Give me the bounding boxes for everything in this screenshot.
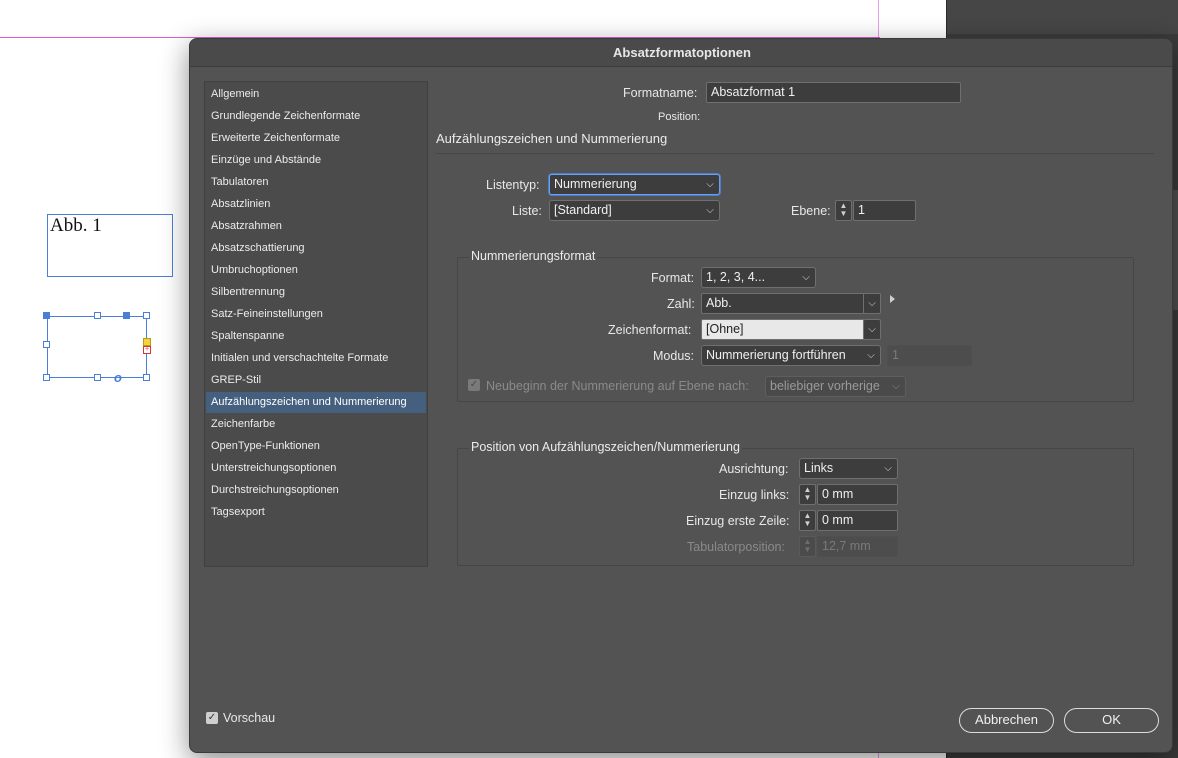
category-item[interactable]: Tagsexport: [206, 502, 426, 523]
tabulatorposition-label: Tabulatorposition:: [687, 540, 785, 554]
modus-select[interactable]: Nummerierung fortführen ⌵: [701, 345, 881, 366]
panel-edge: [1173, 190, 1178, 310]
ausrichtung-label: Ausrichtung:: [719, 462, 789, 476]
chevron-down-icon: ⌵: [884, 463, 892, 474]
category-item[interactable]: Erweiterte Zeichenformate: [206, 128, 426, 149]
category-item[interactable]: Absatzrahmen: [206, 216, 426, 237]
dialog-title[interactable]: Absatzformatoptionen: [190, 39, 1172, 67]
section-divider: [436, 153, 1154, 154]
einzug-erste-zeile-label: Einzug erste Zeile:: [686, 514, 790, 528]
modus-label: Modus:: [653, 349, 694, 363]
category-item-selected[interactable]: Aufzählungszeichen und Nummerierung: [206, 392, 426, 413]
frame-handle[interactable]: [94, 374, 101, 381]
category-item[interactable]: OpenType-Funktionen: [206, 436, 426, 457]
category-item[interactable]: Grundlegende Zeichenformate: [206, 106, 426, 127]
einzug-erste-stepper-icon[interactable]: ▲ ▼: [799, 510, 816, 531]
preview-label: Vorschau: [223, 711, 276, 725]
ausrichtung-select[interactable]: Links ⌵: [799, 458, 898, 479]
anchored-object-icon[interactable]: o: [114, 370, 122, 385]
panel-header: [947, 0, 1178, 34]
restart-value: beliebiger vorherige: [770, 379, 880, 393]
chevron-down-icon[interactable]: ⌵: [863, 293, 881, 314]
modus-start-input[interactable]: 1: [887, 345, 972, 366]
format-select[interactable]: 1, 2, 3, 4... ⌵: [701, 267, 816, 288]
category-item[interactable]: Unterstreichungsoptionen: [206, 458, 426, 479]
preview-checkbox[interactable]: ✓: [206, 712, 218, 724]
corner-options-icon[interactable]: [143, 338, 151, 346]
zahl-input[interactable]: Abb.: [701, 293, 865, 314]
frame-handle[interactable]: [43, 374, 50, 381]
chevron-down-icon: ⌵: [802, 272, 810, 283]
zeichenformat-label: Zeichenformat:: [608, 323, 692, 337]
chevron-down-icon: ⌵: [706, 205, 714, 216]
einzug-links-label: Einzug links:: [719, 488, 790, 502]
zeichenformat-input[interactable]: [Ohne]: [701, 319, 865, 340]
zahl-label: Zahl:: [667, 297, 695, 311]
frame-handle[interactable]: [43, 312, 50, 319]
overset-text-icon[interactable]: +: [143, 346, 151, 354]
category-item[interactable]: Absatzlinien: [206, 194, 426, 215]
liste-label: Liste:: [512, 204, 542, 218]
chevron-down-icon[interactable]: ⌵: [863, 319, 881, 340]
category-item[interactable]: Einzüge und Abstände: [206, 150, 426, 171]
selected-text-frame[interactable]: [47, 316, 147, 378]
ebene-label: Ebene:: [791, 204, 831, 218]
category-item[interactable]: Absatzschattierung: [206, 238, 426, 259]
tabulatorposition-stepper-icon[interactable]: ▲ ▼: [799, 536, 816, 557]
category-item[interactable]: Spaltenspanne: [206, 326, 426, 347]
frame-handle[interactable]: [143, 312, 150, 319]
format-value: 1, 2, 3, 4...: [706, 270, 766, 284]
numbering-format-title: Nummerierungsformat: [469, 249, 598, 263]
frame-handle[interactable]: [123, 312, 130, 319]
liste-select[interactable]: [Standard] ⌵: [549, 200, 720, 221]
category-item[interactable]: Durchstreichungsoptionen: [206, 480, 426, 501]
category-item[interactable]: Umbruchoptionen: [206, 260, 426, 281]
position-label: Position:: [658, 111, 701, 123]
frame-handle[interactable]: [43, 341, 50, 348]
category-item[interactable]: Silbentrennung: [206, 282, 426, 303]
format-name-label: Formatname:: [623, 86, 698, 100]
frame-handle[interactable]: [143, 374, 150, 381]
section-title: Aufzählungszeichen und Nummerierung: [436, 131, 668, 146]
liste-value: [Standard]: [554, 203, 612, 217]
einzug-erste-zeile-input[interactable]: 0 mm: [817, 510, 898, 531]
paragraph-style-options-dialog: Absatzformatoptionen Allgemein Grundlege…: [189, 38, 1173, 753]
cancel-button[interactable]: Abbrechen: [959, 708, 1054, 733]
ebene-input[interactable]: 1: [853, 200, 916, 221]
einzug-links-stepper-icon[interactable]: ▲ ▼: [799, 484, 816, 505]
tabulatorposition-input[interactable]: 12,7 mm: [817, 536, 898, 557]
einzug-links-input[interactable]: 0 mm: [817, 484, 898, 505]
restart-label: Neubeginn der Nummerierung auf Ebene nac…: [486, 379, 749, 393]
text-frame-caption[interactable]: Abb. 1: [47, 214, 173, 277]
category-item[interactable]: Tabulatoren: [206, 172, 426, 193]
category-item[interactable]: Zeichenfarbe: [206, 414, 426, 435]
listentyp-select[interactable]: Nummerierung ⌵: [549, 174, 720, 195]
category-item[interactable]: GREP-Stil: [206, 370, 426, 391]
format-name-input[interactable]: Absatzformat 1: [706, 82, 961, 103]
chevron-down-icon: ⌵: [867, 350, 875, 361]
restart-select[interactable]: beliebiger vorherige ⌵: [765, 376, 906, 397]
ausrichtung-value: Links: [804, 461, 834, 475]
category-list: Allgemein Grundlegende Zeichenformate Er…: [204, 81, 428, 567]
chevron-down-icon: ⌵: [892, 381, 900, 392]
listentyp-value: Nummerierung: [554, 177, 637, 191]
frame-handle[interactable]: [94, 312, 101, 319]
category-item[interactable]: Allgemein: [206, 84, 426, 105]
position-group: [457, 448, 1134, 566]
category-item[interactable]: Satz-Feineinstellungen: [206, 304, 426, 325]
modus-value: Nummerierung fortführen: [706, 348, 846, 362]
ebene-stepper-icon[interactable]: ▲ ▼: [835, 200, 852, 221]
format-label: Format:: [651, 271, 695, 285]
ok-button[interactable]: OK: [1064, 708, 1159, 733]
chevron-down-icon: ⌵: [706, 179, 714, 190]
frame-text: Abb. 1: [50, 215, 102, 236]
category-item[interactable]: Initialen und verschachtelte Formate: [206, 348, 426, 369]
listentyp-label: Listentyp:: [486, 178, 540, 192]
restart-checkbox[interactable]: ✓: [468, 379, 480, 391]
triangle-right-icon[interactable]: [890, 295, 895, 303]
position-group-title: Position von Aufzählungszeichen/Nummerie…: [469, 440, 742, 454]
